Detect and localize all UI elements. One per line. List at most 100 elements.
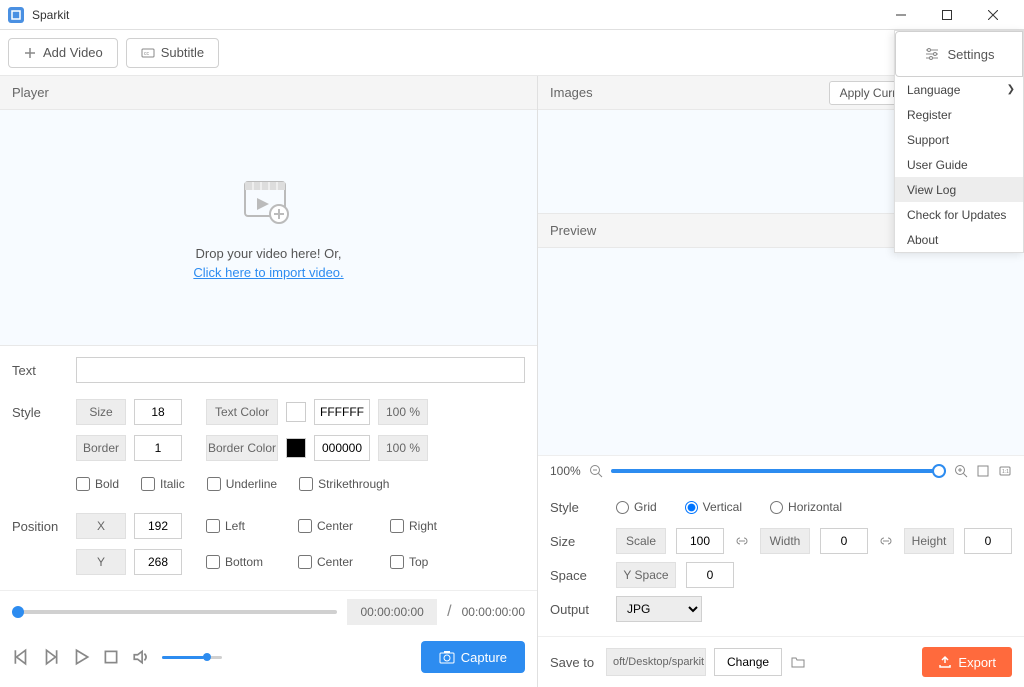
stop-button[interactable] (102, 648, 120, 666)
next-frame-button[interactable] (42, 648, 60, 666)
border-input[interactable] (134, 435, 182, 461)
zoom-slider[interactable] (611, 469, 946, 473)
player-header: Player (0, 76, 537, 110)
size-stub: Size (76, 399, 126, 425)
cc-icon: cc (141, 46, 155, 60)
border-stub: Border (76, 435, 126, 461)
menu-item-view-log[interactable]: View Log (895, 177, 1023, 202)
close-button[interactable] (970, 0, 1016, 30)
open-folder-icon[interactable] (790, 654, 806, 670)
scale-input[interactable] (676, 528, 724, 554)
fit-screen-icon[interactable] (976, 464, 990, 478)
menu-item-check-for-updates[interactable]: Check for Updates (895, 202, 1023, 227)
align-bottom[interactable]: Bottom (206, 555, 276, 569)
settings-button[interactable]: Settings (895, 31, 1023, 77)
timeline: 00:00:00:00 / 00:00:00:00 (0, 590, 537, 633)
yspace-input[interactable] (686, 562, 734, 588)
zoom-in-icon[interactable] (954, 464, 968, 478)
capture-button[interactable]: Capture (421, 641, 525, 673)
underline-checkbox[interactable]: Underline (207, 477, 277, 491)
menu-item-register[interactable]: Register (895, 102, 1023, 127)
style-grid-radio[interactable]: Grid (616, 500, 657, 514)
play-button[interactable] (72, 648, 90, 666)
menu-item-language[interactable]: Language❯ (895, 77, 1023, 102)
position-label: Position (12, 519, 68, 534)
strike-checkbox[interactable]: Strikethrough (299, 477, 389, 491)
seek-slider[interactable] (12, 610, 337, 614)
link-scale-icon[interactable] (734, 533, 750, 549)
drop-instruction: Drop your video here! Or, (196, 246, 342, 261)
settings-menu: Settings Language❯RegisterSupportUser Gu… (894, 30, 1024, 253)
text-color-stub: Text Color (206, 399, 278, 425)
italic-checkbox[interactable]: Italic (141, 477, 185, 491)
x-stub: X (76, 513, 126, 539)
add-video-button[interactable]: Add Video (8, 38, 118, 68)
text-color-swatch[interactable] (286, 402, 306, 422)
width-stub: Width (760, 528, 810, 554)
border-opacity[interactable]: 100 % (378, 435, 428, 461)
camera-icon (439, 650, 455, 664)
menu-item-about[interactable]: About (895, 227, 1023, 252)
prev-frame-button[interactable] (12, 648, 30, 666)
preview-style-label: Style (550, 500, 606, 515)
subtitle-button[interactable]: cc Subtitle (126, 38, 219, 68)
export-button[interactable]: Export (922, 647, 1012, 677)
svg-text:1:1: 1:1 (1002, 469, 1009, 475)
link-wh-icon[interactable] (878, 533, 894, 549)
text-opacity[interactable]: 100 % (378, 399, 428, 425)
video-drop-icon (239, 176, 299, 226)
align-center-v[interactable]: Center (298, 555, 368, 569)
svg-text:cc: cc (144, 51, 150, 57)
plus-icon (23, 46, 37, 60)
menu-item-user-guide[interactable]: User Guide (895, 152, 1023, 177)
app-icon (8, 7, 24, 23)
app-title: Sparkit (32, 8, 878, 22)
align-left[interactable]: Left (206, 519, 276, 533)
text-color-input[interactable] (314, 399, 370, 425)
save-path-display: oft/Desktop/sparkit (606, 648, 706, 676)
volume-icon[interactable] (132, 648, 150, 666)
preview-panel (538, 248, 1024, 455)
preview-size-label: Size (550, 534, 606, 549)
maximize-button[interactable] (924, 0, 970, 30)
height-input[interactable] (964, 528, 1012, 554)
player-drop-zone[interactable]: Drop your video here! Or, Click here to … (0, 110, 537, 346)
text-label: Text (12, 363, 68, 378)
bold-checkbox[interactable]: Bold (76, 477, 119, 491)
export-icon (938, 655, 952, 669)
sliders-icon (924, 47, 940, 61)
y-stub: Y (76, 549, 126, 575)
border-color-input[interactable] (314, 435, 370, 461)
border-color-swatch[interactable] (286, 438, 306, 458)
width-input[interactable] (820, 528, 868, 554)
align-top[interactable]: Top (390, 555, 460, 569)
x-input[interactable] (134, 513, 182, 539)
time-current: 00:00:00:00 (347, 599, 437, 625)
zoom-out-icon[interactable] (589, 464, 603, 478)
size-input[interactable] (134, 399, 182, 425)
save-to-label: Save to (550, 655, 598, 670)
titlebar: Sparkit (0, 0, 1024, 30)
zoom-percent: 100% (550, 464, 581, 478)
import-video-link[interactable]: Click here to import video. (193, 265, 343, 280)
align-center-h[interactable]: Center (298, 519, 368, 533)
yspace-stub: Y Space (616, 562, 676, 588)
minimize-button[interactable] (878, 0, 924, 30)
text-input[interactable] (76, 357, 525, 383)
menu-item-support[interactable]: Support (895, 127, 1023, 152)
volume-slider[interactable] (162, 656, 222, 659)
style-horizontal-radio[interactable]: Horizontal (770, 500, 842, 514)
style-label: Style (12, 405, 68, 420)
scale-stub: Scale (616, 528, 666, 554)
style-vertical-radio[interactable]: Vertical (685, 500, 742, 514)
y-input[interactable] (134, 549, 182, 575)
change-path-button[interactable]: Change (714, 648, 782, 676)
align-right[interactable]: Right (390, 519, 460, 533)
output-select[interactable]: JPG (616, 596, 702, 622)
actual-size-icon[interactable]: 1:1 (998, 464, 1012, 478)
border-color-stub: Border Color (206, 435, 278, 461)
toolbar: Add Video cc Subtitle (0, 30, 1024, 76)
output-label: Output (550, 602, 606, 617)
time-total: 00:00:00:00 (462, 605, 525, 619)
chevron-right-icon: ❯ (1007, 84, 1015, 95)
